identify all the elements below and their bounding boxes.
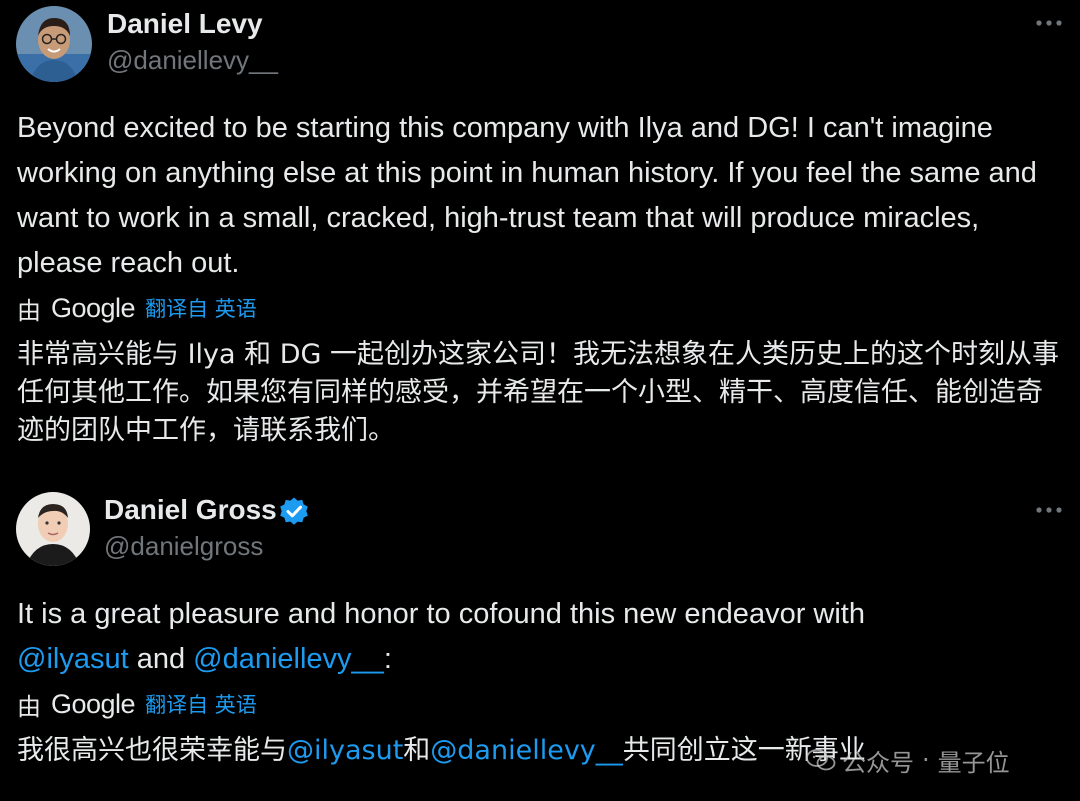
display-name[interactable]: Daniel Levy	[107, 8, 263, 40]
display-name[interactable]: Daniel Gross	[104, 494, 277, 526]
watermark-separator: ·	[922, 746, 930, 774]
mention-link[interactable]: @daniellevy__	[430, 735, 622, 766]
translate-bar: 由 Google 翻译自 英语	[17, 686, 257, 722]
translate-link[interactable]: 翻译自 英语	[145, 689, 257, 719]
google-logo: Google	[51, 688, 136, 719]
mention-link[interactable]: @ilyasut	[287, 735, 403, 766]
verified-badge-icon	[280, 497, 308, 525]
translate-prefix: 由	[17, 692, 41, 721]
tweet-text: It is a great pleasure and honor to cofo…	[17, 592, 1067, 682]
translated-text: 非常高兴能与 Ilya 和 DG 一起创办这家公司！我无法想象在人类历史上的这个…	[17, 339, 1060, 446]
avatar[interactable]	[16, 492, 90, 566]
wechat-icon	[806, 749, 836, 771]
watermark-text: 公众号	[842, 748, 914, 777]
translate-prefix: 由	[17, 296, 41, 325]
translated-text-part: 和	[403, 735, 431, 766]
handle[interactable]: @daniellevy__	[107, 45, 278, 76]
google-logo: Google	[51, 292, 136, 323]
avatar[interactable]	[16, 6, 92, 82]
tweet-text: Beyond excited to be starting this compa…	[17, 112, 1037, 279]
tweet-text-part: It is a great pleasure and honor to cofo…	[17, 598, 865, 630]
watermark-text: 量子位	[937, 748, 1010, 777]
mention-link[interactable]: @ilyasut	[17, 643, 129, 675]
tweet-text-part: and	[128, 643, 194, 675]
mention-link[interactable]: @daniellevy__	[193, 643, 384, 675]
more-options-icon[interactable]	[1034, 505, 1064, 515]
translate-bar: 由 Google 翻译自 英语	[17, 290, 257, 326]
watermark: 公众号 · 量子位	[806, 741, 1010, 779]
tweet-daniel-levy: Daniel Levy @daniellevy__ Beyond excited…	[0, 0, 1080, 470]
handle[interactable]: @danielgross	[104, 531, 263, 562]
translated-text-part: 我很高兴也很荣幸能与	[17, 735, 287, 766]
tweet-text-part: :	[383, 643, 392, 675]
more-options-icon[interactable]	[1034, 18, 1064, 28]
translate-link[interactable]: 翻译自 英语	[145, 293, 257, 323]
